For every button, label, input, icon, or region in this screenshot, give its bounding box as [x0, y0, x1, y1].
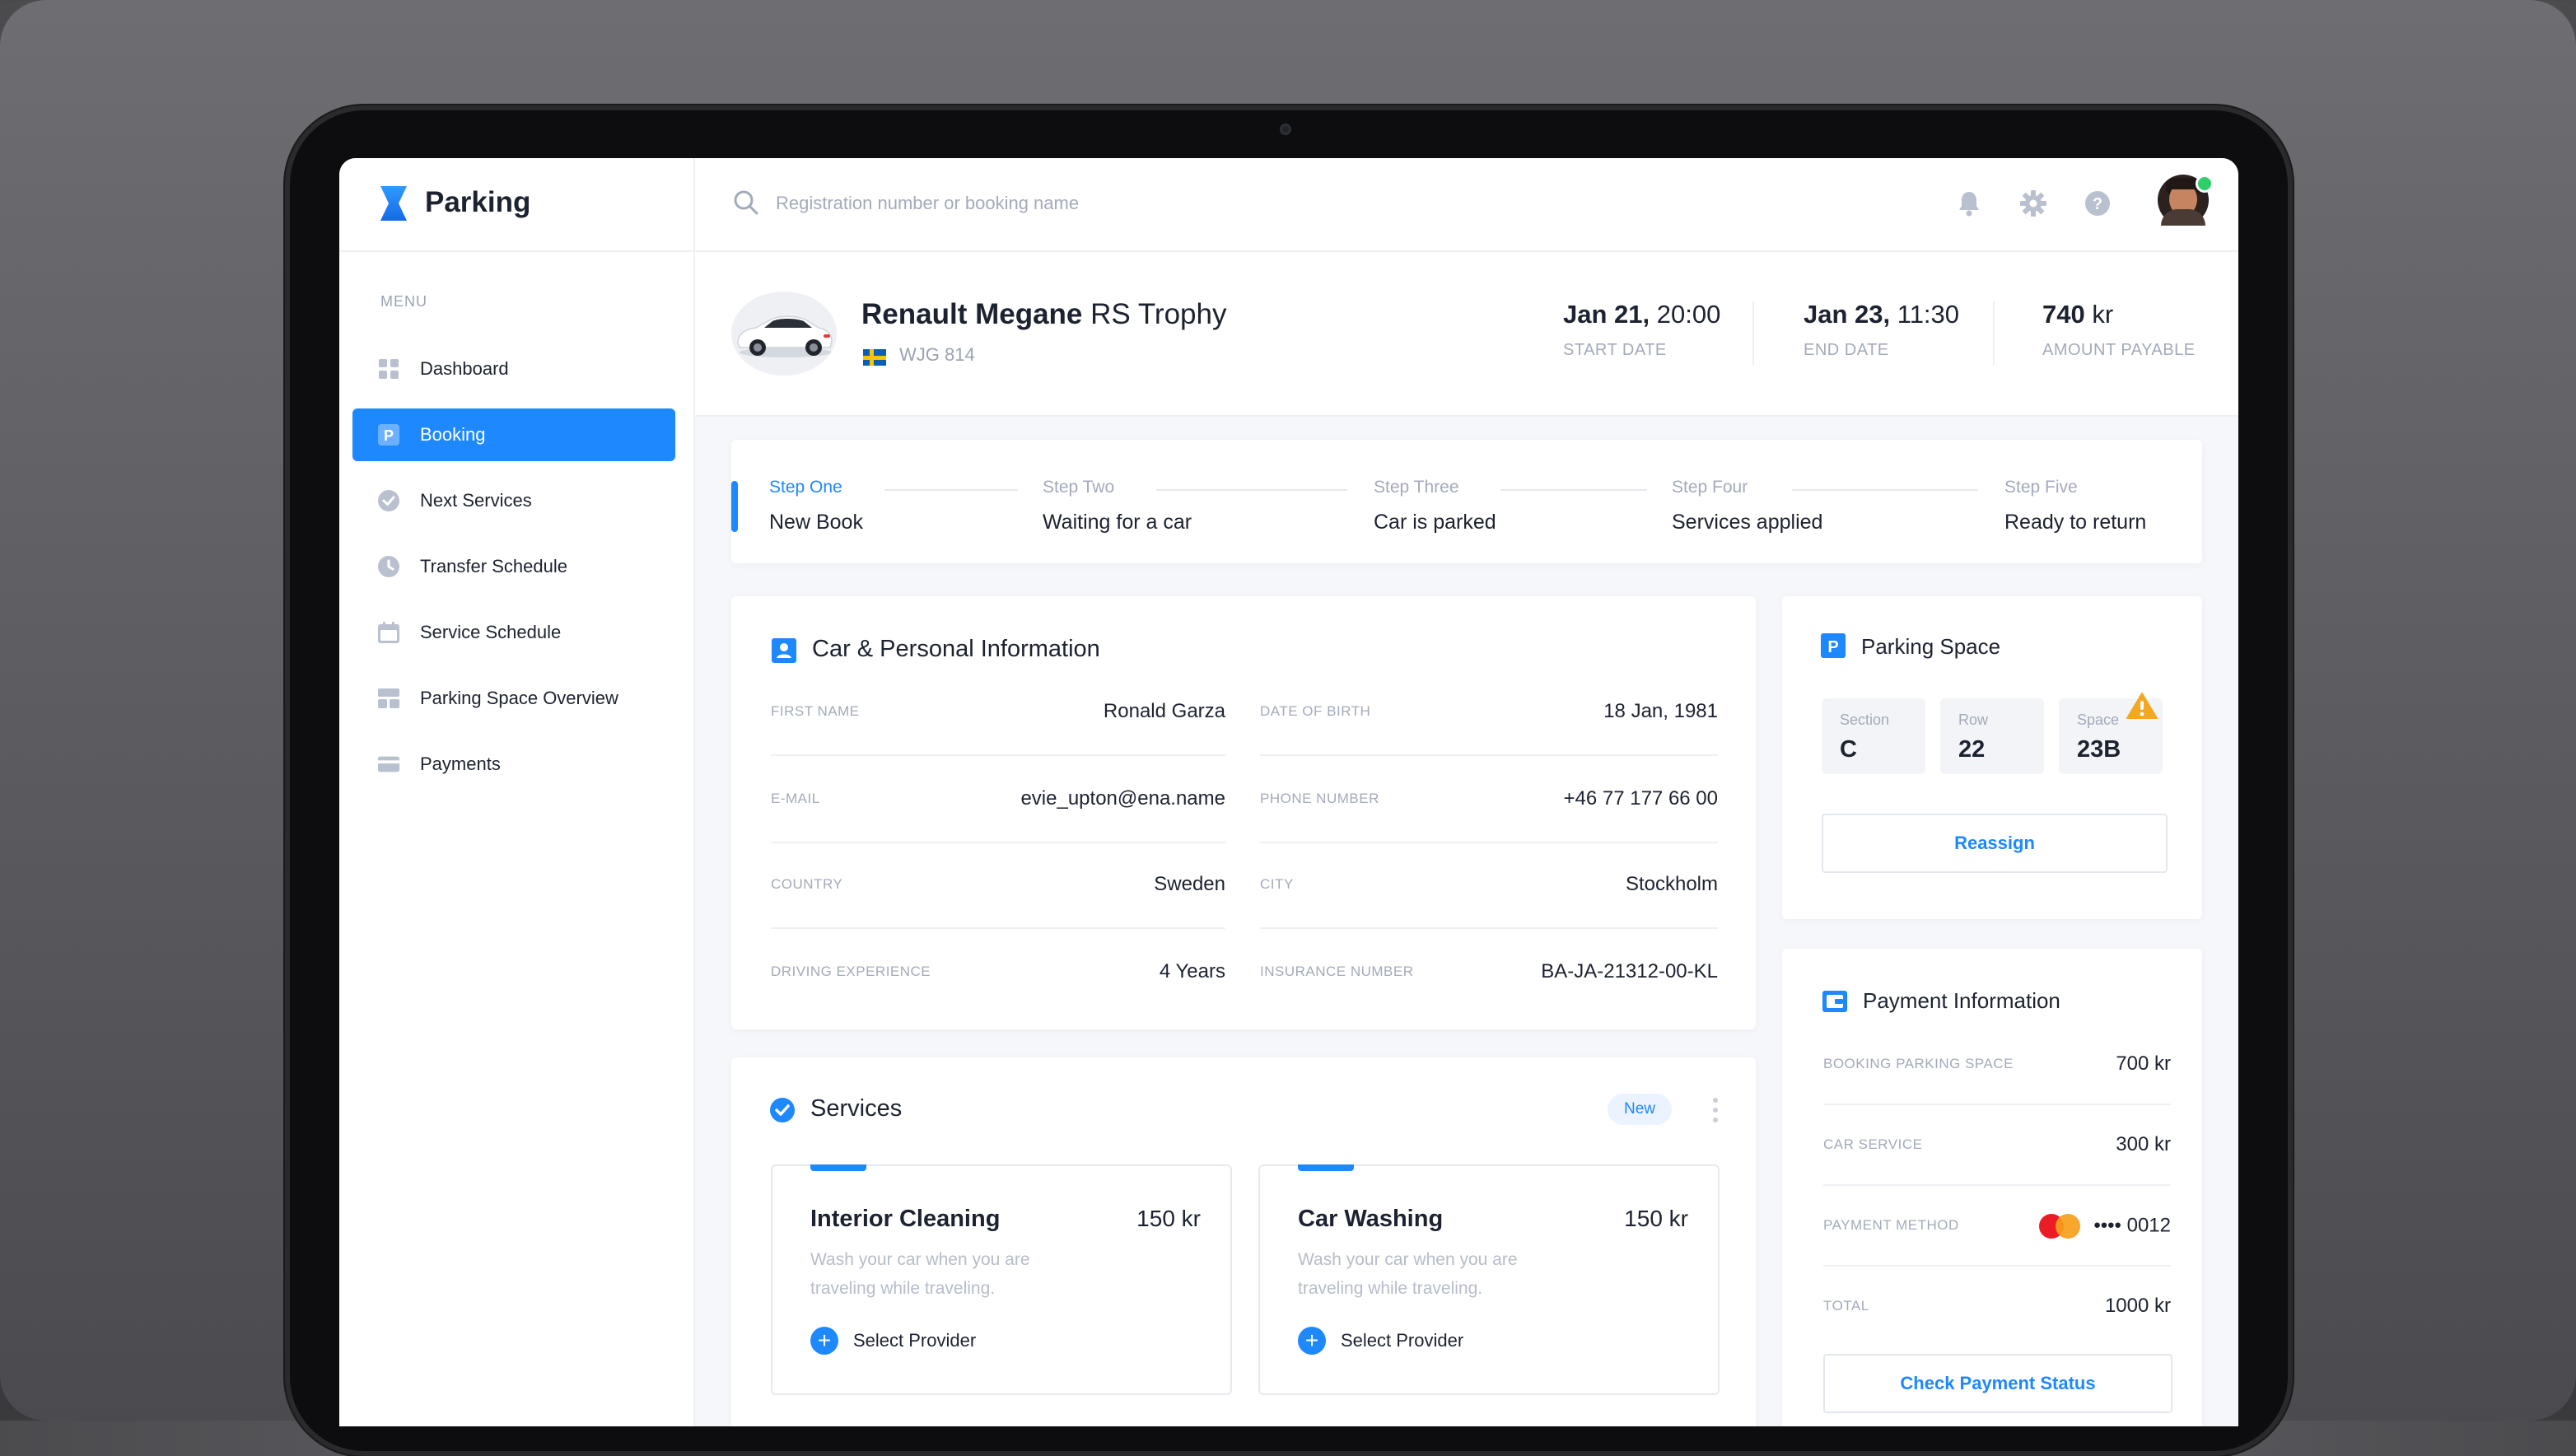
sidebar-item-label: Dashboard — [420, 358, 509, 379]
end-date: Jan 23, 11:30 END DATE — [1804, 300, 1960, 359]
booking-header: Renault Megane RS Trophy WJG 814 Jan 21,… — [695, 252, 2238, 417]
status-badge: New — [1608, 1094, 1672, 1125]
parking-space-card: P Parking Space Section C Row 22 Space 2… — [1782, 596, 2202, 919]
wallet-icon — [1822, 991, 1847, 1012]
sidebar-item-label: Service Schedule — [420, 622, 562, 642]
active-step-indicator — [731, 481, 738, 532]
sidebar-nav: Dashboard P Booking Next Services Transf… — [352, 343, 675, 804]
online-status-dot — [2196, 175, 2214, 193]
payment-row-method: PAYMENT METHOD •••• 0012 — [1823, 1186, 2171, 1267]
search-input[interactable] — [774, 181, 1436, 226]
license-plate: WJG 814 — [899, 344, 975, 365]
select-provider-button[interactable]: + Select Provider — [1298, 1326, 1463, 1356]
sidebar-item-transfer-schedule[interactable]: Transfer Schedule — [352, 540, 675, 593]
payment-row-car-service: CAR SERVICE 300 kr — [1823, 1105, 2171, 1186]
logo-row: Parking — [339, 158, 693, 252]
payment-row-booking: BOOKING PARKING SPACE 700 kr — [1823, 1024, 2171, 1105]
step-four[interactable]: Step Four Services applied — [1672, 478, 1822, 534]
sidebar: Parking MENU Dashboard P Booking Next Se… — [339, 158, 695, 1426]
more-options-icon[interactable] — [1711, 1095, 1720, 1125]
services-title: Services — [810, 1095, 903, 1122]
sweden-flag-icon — [863, 349, 886, 366]
gear-icon[interactable] — [2019, 189, 2047, 217]
personal-info-title: Car & Personal Information — [812, 636, 1100, 662]
avatar[interactable] — [2158, 175, 2214, 226]
check-circle-icon — [770, 1098, 795, 1122]
sidebar-item-parking-space-overview[interactable]: Parking Space Overview — [352, 672, 675, 725]
calendar-icon — [377, 621, 400, 644]
parking-icon: P — [1821, 633, 1846, 658]
payment-info-title: Payment Information — [1863, 988, 2060, 1013]
field-email: E-MAIL evie_upton@ena.name — [771, 756, 1225, 843]
field-city: CITY Stockholm — [1260, 842, 1718, 929]
start-date: Jan 21, 20:00 START DATE — [1563, 300, 1721, 359]
sidebar-item-service-schedule[interactable]: Service Schedule — [352, 606, 675, 659]
sidebar-item-dashboard[interactable]: Dashboard — [352, 343, 675, 395]
field-first-name: FIRST NAME Ronald Garza — [771, 669, 1225, 756]
booking-steps: Step One New Book Step Two Waiting for a… — [731, 440, 2202, 563]
field-country: COUNTRY Sweden — [771, 842, 1225, 929]
app-screen: Parking MENU Dashboard P Booking Next Se… — [339, 158, 2238, 1426]
payment-info-card: Payment Information BOOKING PARKING SPAC… — [1782, 949, 2202, 1426]
svg-text:P: P — [1827, 638, 1838, 656]
clock-icon — [377, 555, 400, 578]
step-one[interactable]: Step One New Book — [769, 478, 863, 534]
sidebar-item-label: Parking Space Overview — [420, 688, 618, 708]
field-phone-number: PHONE NUMBER +46 77 177 66 00 — [1260, 756, 1718, 843]
sidebar-item-payments[interactable]: Payments — [352, 738, 675, 791]
car-image — [731, 292, 837, 376]
sidebar-item-label: Transfer Schedule — [420, 556, 567, 576]
camera-icon — [1280, 124, 1291, 135]
row-box: Row 22 — [1940, 698, 2044, 774]
parking-space-title: Parking Space — [1861, 634, 2001, 659]
check-payment-status-button[interactable]: Check Payment Status — [1823, 1354, 2172, 1413]
sidebar-item-booking[interactable]: P Booking — [352, 408, 675, 461]
step-five[interactable]: Step Five Ready to return — [2004, 478, 2146, 534]
car-brand: Renault Megane — [861, 298, 1083, 330]
amount-payable: 740 kr AMOUNT PAYABLE — [2042, 300, 2196, 359]
sidebar-item-label: Next Services — [420, 490, 532, 511]
select-provider-button[interactable]: + Select Provider — [810, 1326, 976, 1356]
menu-label: MENU — [380, 293, 427, 310]
service-item-car-washing: Car Washing 150 kr Wash your car when yo… — [1258, 1164, 1720, 1395]
step-two[interactable]: Step Two Waiting for a car — [1043, 478, 1192, 534]
car-icon — [737, 315, 833, 357]
field-date-of-birth: DATE OF BIRTH 18 Jan, 1981 — [1260, 669, 1718, 756]
field-driving-experience: DRIVING EXPERIENCE 4 Years — [771, 960, 1225, 982]
dashboard-icon — [377, 357, 400, 380]
svg-text:?: ? — [2093, 195, 2102, 213]
warning-icon — [2126, 693, 2158, 719]
sidebar-item-label: Booking — [420, 424, 486, 445]
sidebar-item-next-services[interactable]: Next Services — [352, 474, 675, 527]
services-card: Services New Interior Cleaning 150 kr Wa… — [731, 1057, 1756, 1426]
credit-card-icon — [377, 753, 400, 776]
section-box: Section C — [1822, 698, 1925, 774]
field-insurance-number: INSURANCE NUMBER BA-JA-21312-00-KL — [1260, 960, 1718, 982]
sidebar-item-label: Payments — [420, 754, 501, 774]
parking-icon: P — [377, 423, 400, 446]
reassign-button[interactable]: Reassign — [1822, 814, 2168, 873]
layout-icon — [377, 687, 400, 710]
user-card-icon — [772, 638, 796, 663]
check-circle-icon — [377, 489, 400, 512]
car-title: Renault Megane RS Trophy — [861, 298, 1226, 331]
car-model: RS Trophy — [1090, 298, 1227, 330]
plus-icon: + — [1298, 1327, 1326, 1355]
help-icon[interactable]: ? — [2084, 189, 2112, 217]
personal-info-card: Car & Personal Information FIRST NAME Ro… — [731, 596, 1756, 1029]
search-icon — [734, 190, 758, 215]
mastercard-icon — [2039, 1214, 2081, 1239]
step-three[interactable]: Step Three Car is parked — [1374, 478, 1496, 534]
svg-text:P: P — [384, 427, 394, 444]
logo-icon — [380, 186, 407, 221]
bell-icon[interactable] — [1955, 189, 1983, 217]
app-name: Parking — [425, 186, 531, 218]
payment-row-total: TOTAL 1000 kr — [1823, 1295, 2171, 1317]
plus-icon: + — [810, 1327, 838, 1355]
service-item-interior-cleaning: Interior Cleaning 150 kr Wash your car w… — [771, 1164, 1232, 1395]
topbar: ? — [695, 158, 2238, 252]
